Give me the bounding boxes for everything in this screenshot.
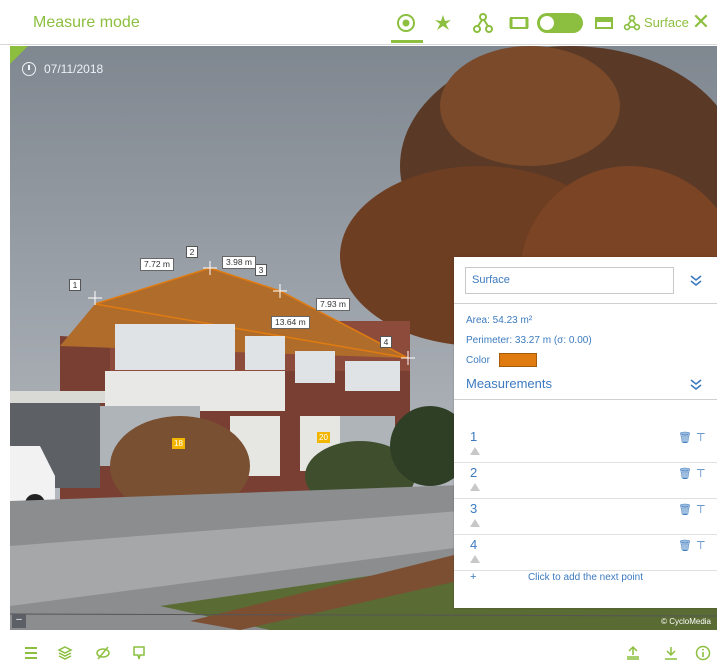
surface-button[interactable]: Surface <box>623 12 689 34</box>
zoom-out-button[interactable]: – <box>12 614 26 628</box>
point-actions: 🗑 ⊤ <box>678 467 706 480</box>
point-number: 1 <box>470 429 478 444</box>
measurements-title: Measurements <box>466 376 552 391</box>
point-status-icon <box>470 447 480 455</box>
download-icon[interactable] <box>662 645 680 663</box>
edge-length-label: 13.64 m <box>271 316 310 329</box>
trash-icon[interactable]: 🗑 <box>678 431 692 444</box>
pin-icon[interactable]: ⊤ <box>696 503 706 516</box>
info-icon[interactable] <box>694 645 712 663</box>
divider <box>454 399 717 400</box>
bottom-toolbar <box>0 636 717 666</box>
point-status-icon <box>470 483 480 491</box>
clock-icon <box>22 62 36 76</box>
pin-icon[interactable]: ⊤ <box>696 467 706 480</box>
comment-icon[interactable] <box>130 645 148 663</box>
surface-label: Surface <box>644 15 689 30</box>
point-number: 4 <box>470 537 478 552</box>
page-title: Measure mode <box>33 14 140 31</box>
point-marker-3[interactable]: 3 <box>255 264 267 276</box>
rectangle-icon[interactable] <box>508 12 530 34</box>
list-item[interactable]: 2 🗑 ⊤ <box>454 463 717 499</box>
point-actions: 🗑 ⊤ <box>678 431 706 444</box>
point-actions: 🗑 ⊤ <box>678 503 706 516</box>
top-bar: Measure mode Surface ✕ <box>0 0 717 45</box>
upload-icon[interactable] <box>624 645 642 663</box>
perimeter-value: Perimeter: 33.27 m (σ: 0.00) <box>466 335 592 346</box>
pin-icon[interactable]: ⊤ <box>696 539 706 552</box>
toggle-knob <box>540 16 554 30</box>
list-item[interactable]: 3 🗑 ⊤ <box>454 499 717 535</box>
recording-date: 07/11/2018 <box>22 62 103 76</box>
add-point-text[interactable]: Click to add the next point <box>454 572 717 583</box>
surface-icon <box>623 14 641 31</box>
visibility-off-icon[interactable] <box>94 645 112 663</box>
point-actions: 🗑 ⊤ <box>678 539 706 552</box>
edge-length-label: 7.72 m <box>140 258 174 271</box>
list-item[interactable]: 1 🗑 ⊤ <box>454 427 717 463</box>
pin-icon[interactable]: ⊤ <box>696 431 706 444</box>
point-number: 2 <box>470 465 478 480</box>
trash-icon[interactable]: 🗑 <box>678 503 692 516</box>
layers-icon[interactable] <box>56 645 74 663</box>
point-marker-4[interactable]: 4 <box>380 336 392 348</box>
date-text: 07/11/2018 <box>44 62 104 76</box>
edge-length-label: 3.98 m <box>222 256 256 269</box>
object-tag[interactable]: 20 <box>317 432 330 443</box>
area-value: Area: 54.23 m² <box>466 315 533 326</box>
close-icon[interactable]: ✕ <box>690 10 712 34</box>
measure-app: Measure mode Surface ✕ 07/11/2018 1 2 3 … <box>0 0 717 666</box>
measurement-panel: Surface Area: 54.23 m² Perimeter: 33.27 … <box>454 257 717 608</box>
chevron-double-down-icon[interactable] <box>688 273 704 289</box>
color-label: Color <box>466 355 490 366</box>
target-icon[interactable] <box>395 12 417 34</box>
point-marker-1[interactable]: 1 <box>69 279 81 291</box>
copyright-text: © CycloMedia <box>661 617 711 626</box>
active-tab-indicator <box>391 40 423 43</box>
edge-length-label: 7.93 m <box>316 298 350 311</box>
divider <box>454 303 717 304</box>
add-point-row[interactable]: + Click to add the next point <box>454 569 717 589</box>
object-tag[interactable]: 18 <box>172 438 185 449</box>
trash-icon[interactable]: 🗑 <box>678 539 692 552</box>
point-status-icon <box>470 519 480 527</box>
color-swatch[interactable] <box>499 353 537 367</box>
measure-type-dropdown[interactable]: Surface <box>465 267 674 294</box>
point-measure-icon[interactable] <box>432 12 454 34</box>
point-number: 3 <box>470 501 478 516</box>
menu-icon[interactable] <box>22 645 40 663</box>
chevron-double-down-icon[interactable] <box>688 377 704 393</box>
mode-toggle[interactable] <box>537 13 583 33</box>
network-icon[interactable] <box>472 12 494 34</box>
rectangle-filled-icon[interactable] <box>593 12 615 34</box>
point-marker-2[interactable]: 2 <box>186 246 198 258</box>
point-status-icon <box>470 555 480 563</box>
list-item[interactable]: 4 🗑 ⊤ <box>454 535 717 571</box>
trash-icon[interactable]: 🗑 <box>678 467 692 480</box>
